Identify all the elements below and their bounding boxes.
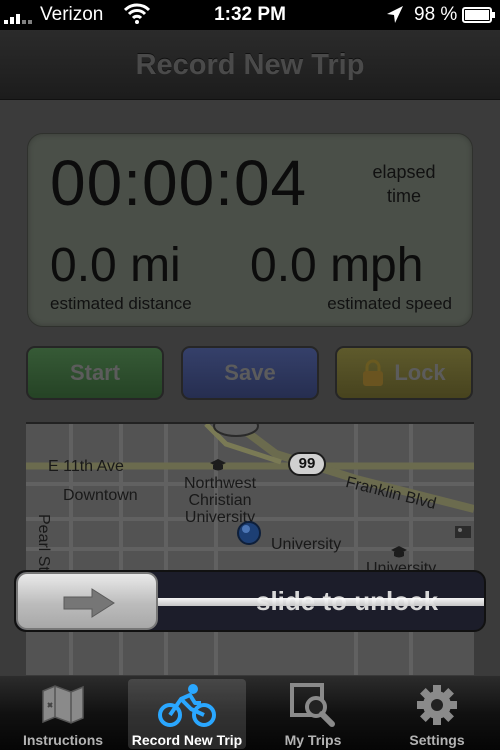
elapsed-time-label: elapsed time <box>364 160 444 208</box>
school-icon-2 <box>391 546 407 558</box>
tab-instructions-label: Instructions <box>22 732 104 748</box>
tab-settings[interactable]: Settings <box>376 679 498 749</box>
speed-label: estimated speed <box>327 294 452 313</box>
map-label-pearl: Pearl St <box>35 514 52 571</box>
navigation-bar: Record New Trip <box>0 30 500 100</box>
highway-99-shield: 99 <box>288 452 326 476</box>
slide-to-unlock[interactable]: slide to unlock <box>14 570 486 632</box>
start-button-label: Start <box>69 360 121 385</box>
location-arrow-icon <box>387 6 403 23</box>
distance-label: estimated distance <box>50 294 192 313</box>
tab-record-new-trip-label: Record New Trip <box>131 732 243 748</box>
tab-instructions[interactable]: Instructions <box>2 679 124 749</box>
tab-my-trips-label: My Trips <box>284 732 342 748</box>
lock-button-label: Lock <box>394 360 446 385</box>
map-icon <box>42 685 84 724</box>
elapsed-label-line2: time <box>386 186 421 206</box>
battery-percent: 98 % <box>414 4 458 25</box>
elapsed-timer: 00:00:04 <box>50 147 308 219</box>
distance-value: 0.0 mi <box>50 239 181 292</box>
tab-settings-label: Settings <box>409 732 465 748</box>
slide-knob[interactable] <box>16 572 158 630</box>
map-label-downtown: Downtown <box>63 487 138 504</box>
tab-bar: Instructions Record New Trip My Trips Se… <box>0 675 500 750</box>
battery-icon <box>462 7 495 23</box>
save-button-label: Save <box>224 360 276 385</box>
lock-icon <box>363 359 384 386</box>
elapsed-label-line1: elapsed <box>372 162 436 182</box>
status-bar: Verizon 1:32 PM 98 % <box>0 0 500 30</box>
page-title: Record New Trip <box>135 49 365 81</box>
current-location-icon <box>237 521 261 545</box>
map-label-ncu-line1: Northwest <box>184 475 257 492</box>
map-label-university: University <box>271 536 342 553</box>
magnifier-icon <box>290 683 335 727</box>
map-label-ncu-line2: Christian <box>188 492 252 509</box>
map-view[interactable]: E 11th Ave Downtown Northwest Christian … <box>26 422 474 675</box>
start-button[interactable]: Start <box>26 346 164 400</box>
lock-button[interactable]: Lock <box>335 346 473 400</box>
tab-my-trips[interactable]: My Trips <box>252 679 374 749</box>
bicycle-icon <box>158 684 216 727</box>
speed-value: 0.0 mph <box>250 239 424 292</box>
map-label-ncu: Northwest Christian University <box>184 475 256 526</box>
arrow-right-icon <box>63 588 115 618</box>
school-icon <box>210 459 226 471</box>
map-label-e11th: E 11th Ave <box>48 458 124 475</box>
save-button[interactable]: Save <box>181 346 319 400</box>
gear-icon <box>417 685 457 725</box>
park-icon <box>455 526 471 538</box>
tab-record-new-trip[interactable]: Record New Trip <box>128 679 246 749</box>
trip-stats-panel: 00:00:04 elapsed time 0.0 mi estimated d… <box>27 133 473 327</box>
